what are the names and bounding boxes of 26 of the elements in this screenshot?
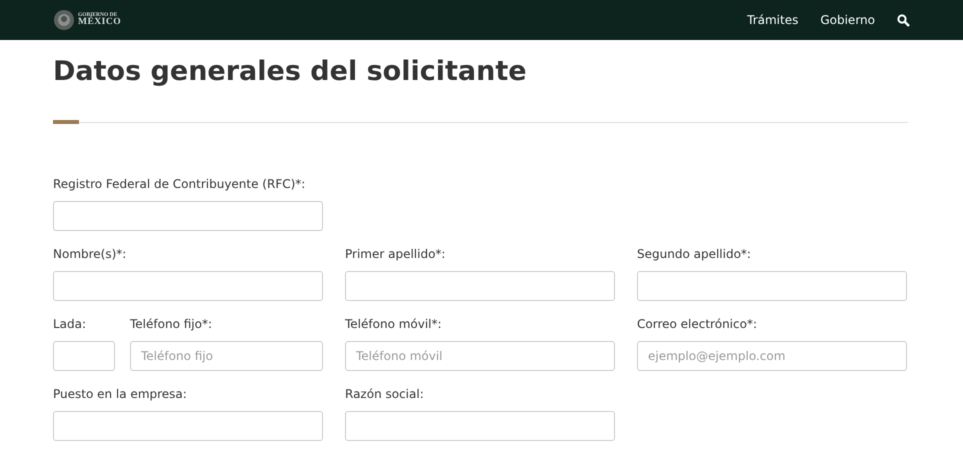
input-field[interactable]: ejemplo@ejemplo.com [637, 341, 907, 371]
search-icon[interactable] [897, 14, 910, 26]
field-label: Nombre(s)*: [53, 246, 128, 263]
field-label: Correo electrónico*: [637, 316, 758, 333]
field-label: Teléfono fijo*: [130, 316, 213, 333]
field-label: Registro Federal de Contribuyente (RFC)*: [53, 176, 306, 193]
input-field[interactable]: Teléfono móvil [345, 341, 615, 371]
field-label: Lada: [53, 316, 88, 333]
input-field[interactable] [345, 271, 615, 301]
nav-link[interactable]: Trámites [747, 13, 798, 27]
input-field[interactable] [345, 411, 615, 441]
input-field[interactable]: Teléfono fijo [130, 341, 323, 371]
field-label: Teléfono móvil*: [345, 316, 443, 333]
input-field[interactable] [53, 271, 323, 301]
logo-text: MÉXICO [78, 18, 122, 28]
field-label: Razón social: [345, 386, 425, 403]
page-title: Datos generales del solicitante [53, 56, 528, 89]
emblem-icon [53, 9, 75, 31]
input-field[interactable] [637, 271, 907, 301]
field-label: Puesto en la empresa: [53, 386, 188, 403]
input-field[interactable] [53, 201, 323, 231]
field-label: Segundo apellido*: [637, 246, 752, 263]
field-label: Primer apellido*: [345, 246, 446, 263]
input-field[interactable] [53, 411, 323, 441]
nav-link[interactable]: Gobierno [820, 13, 875, 27]
input-field[interactable] [53, 341, 115, 371]
